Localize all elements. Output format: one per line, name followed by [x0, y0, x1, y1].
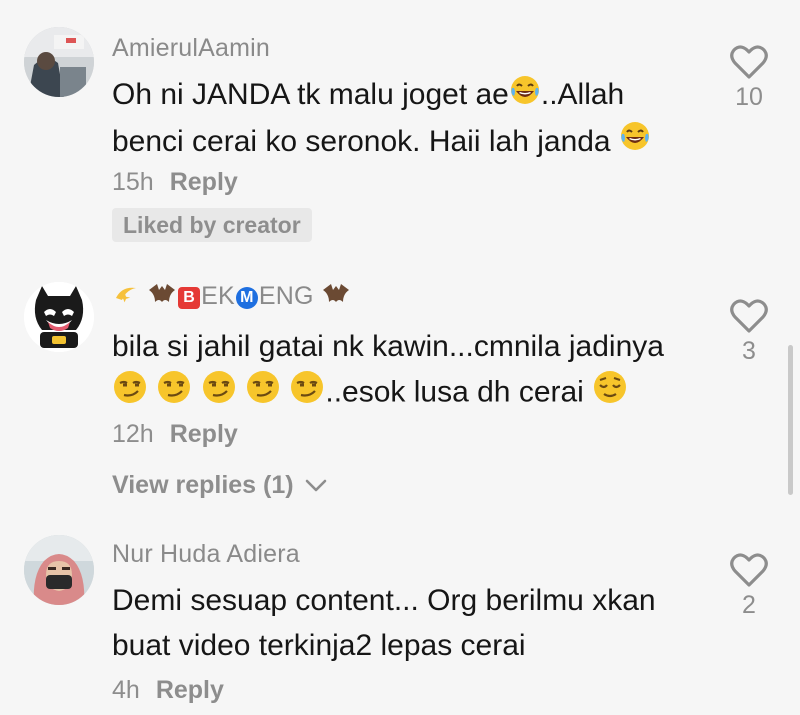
like-count: 2: [742, 591, 756, 619]
comment-text-line: ..Allah: [540, 78, 625, 111]
heart-outline-icon[interactable]: [729, 44, 769, 80]
comment-text: bila si jahil gatai nk kawin...cmnila ja…: [112, 324, 722, 418]
comment-text-line: Demi sesuap content... Org berilmu xkan: [112, 584, 656, 617]
comment-text-line: Oh ni JANDA tk malu joget ae: [112, 78, 509, 111]
smirking-face-emoji: [156, 369, 192, 418]
comment-time: 4h: [112, 676, 140, 704]
comment-meta: 15h Reply: [112, 168, 238, 197]
like-count: 3: [742, 337, 756, 365]
reply-button[interactable]: Reply: [156, 676, 224, 704]
comment-time: 15h: [112, 168, 154, 196]
like-column: 3: [724, 298, 774, 366]
scrollbar[interactable]: [788, 345, 793, 495]
avatar[interactable]: [24, 27, 94, 97]
smirking-face-emoji: [112, 369, 148, 418]
comment-username[interactable]: B EK M ENG: [112, 280, 351, 315]
view-replies-label: View replies (1): [112, 471, 294, 499]
smirking-face-emoji: [201, 369, 237, 418]
comment-text: Oh ni JANDA tk malu joget ae ..Allah ben…: [112, 72, 722, 165]
tears-of-joy-emoji: [619, 120, 651, 165]
username-text: ENG: [258, 282, 314, 311]
avatar[interactable]: [24, 282, 94, 352]
bat-emoji: [147, 280, 177, 315]
avatar[interactable]: [24, 535, 94, 605]
dizzy-emoji: [112, 280, 140, 315]
comment-text-line: ..esok lusa dh cerai: [325, 375, 593, 409]
heart-outline-icon[interactable]: [729, 552, 769, 588]
comment-time: 12h: [112, 420, 154, 448]
chevron-down-icon: [305, 480, 326, 492]
comment-text-line: bila si jahil gatai nk kawin...cmnila ja…: [112, 330, 664, 363]
liked-by-creator-badge: Liked by creator: [112, 208, 312, 242]
like-column: 10: [724, 44, 774, 112]
comment-text-line: benci cerai ko seronok. Haii lah janda: [112, 124, 619, 158]
comment-meta: 4h Reply: [112, 676, 224, 705]
bat-emoji: [321, 280, 351, 315]
comment-text: Demi sesuap content... Org berilmu xkan …: [112, 578, 722, 668]
comment-text-line: buat video terkinja2 lepas cerai: [112, 629, 526, 662]
comment-username[interactable]: AmierulAamin: [112, 34, 270, 63]
comment-username[interactable]: Nur Huda Adiera: [112, 540, 300, 569]
relieved-face-emoji: [592, 369, 628, 418]
like-count: 10: [735, 83, 763, 111]
view-replies-button[interactable]: View replies (1): [112, 471, 327, 500]
tears-of-joy-emoji: [509, 74, 541, 119]
smirking-face-emoji: [245, 369, 281, 418]
reply-button[interactable]: Reply: [170, 168, 238, 196]
like-column: 2: [724, 552, 774, 620]
heart-outline-icon[interactable]: [729, 298, 769, 334]
comment-meta: 12h Reply: [112, 420, 238, 449]
smirking-face-emoji: [289, 369, 325, 418]
reply-button[interactable]: Reply: [170, 420, 238, 448]
letter-m-badge: M: [235, 286, 258, 309]
username-text: EK: [201, 282, 235, 311]
letter-b-badge: B: [178, 286, 201, 309]
